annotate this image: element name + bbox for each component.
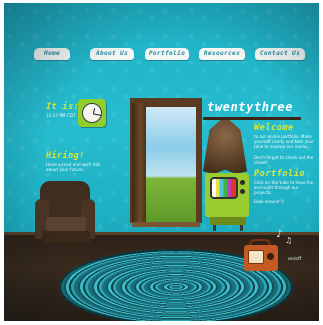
- site-title: twentythree: [207, 100, 294, 114]
- radio-on-off-label[interactable]: on/off: [288, 257, 301, 262]
- radio-dial: [248, 250, 264, 264]
- portfolio-text: Click on the tube to have fun and sight …: [254, 180, 314, 195]
- radio-knob-icon: [267, 253, 274, 260]
- tv-leg: [240, 225, 243, 231]
- nav-resources[interactable]: Resources: [199, 48, 245, 60]
- portfolio-heading: Portfolio: [254, 169, 306, 179]
- clock-face: [82, 103, 102, 123]
- welcome-heading: Welcome: [254, 123, 294, 133]
- door-panel: [132, 103, 146, 225]
- retro-tv[interactable]: [205, 173, 249, 217]
- main-nav: Home About Us Portfolio Resources Contac…: [4, 48, 319, 62]
- welcome-text: to our online portfolio. Make yourself c…: [254, 134, 314, 149]
- tv-cabinet: [210, 217, 246, 225]
- portfolio-look-text: Look around :): [254, 199, 284, 204]
- welcome-closet-text: Don't forget to check out the closet!: [254, 155, 314, 165]
- hiring-text: Have a read and we'll talk about your fu…: [46, 162, 101, 173]
- time-heading: It is:: [46, 102, 80, 112]
- radio-icon[interactable]: [244, 245, 278, 271]
- nav-portfolio[interactable]: Portfolio: [145, 48, 189, 60]
- hiring-heading[interactable]: Hiring!: [46, 151, 85, 161]
- tv-knob-icon: [240, 180, 245, 185]
- clock-icon: [78, 99, 106, 127]
- clock-minute-hand: [92, 113, 101, 116]
- music-note-icon: ♫: [285, 236, 293, 245]
- tv-leg: [213, 225, 216, 231]
- tv-knob-icon: [240, 189, 245, 194]
- open-door-landscape[interactable]: [144, 107, 196, 222]
- door-threshold: [132, 222, 200, 227]
- armchair-seat: [46, 217, 86, 231]
- nav-home[interactable]: Home: [34, 48, 70, 60]
- room-scene: Home About Us Portfolio Resources Contac…: [4, 3, 319, 321]
- armchair-base: [42, 231, 90, 243]
- nav-about-us[interactable]: About Us: [90, 48, 134, 60]
- coat-rack-rod: [203, 117, 301, 120]
- music-note-icon: ♪: [276, 229, 283, 240]
- nav-contact-us[interactable]: Contact Us: [255, 48, 305, 60]
- time-text: 12:17 PM CDT: [46, 113, 76, 118]
- tv-screen[interactable]: [210, 177, 238, 199]
